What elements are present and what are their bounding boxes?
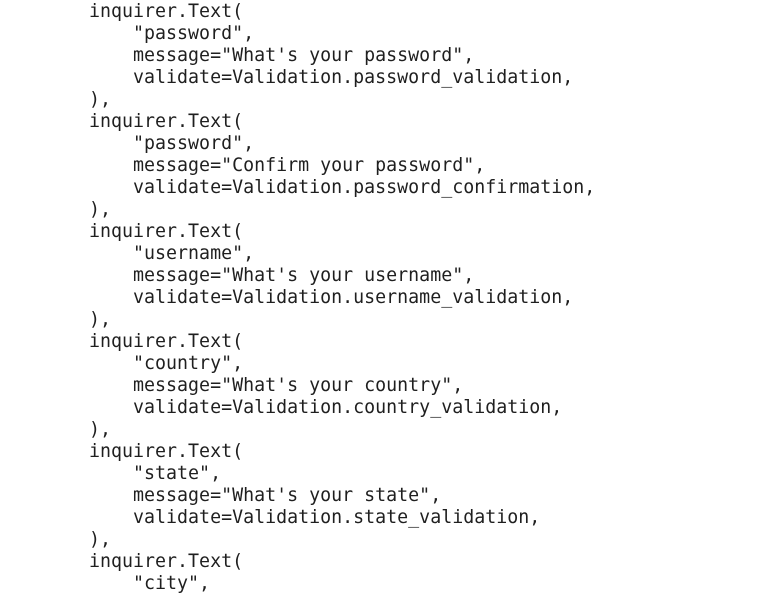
code-line: "country", [89, 353, 244, 374]
code-line: "password", [89, 133, 255, 154]
code-line: inquirer.Text( [89, 331, 244, 352]
code-line: inquirer.Text( [89, 111, 244, 132]
code-line: message="What's your country", [89, 375, 464, 396]
code-line: "city", [89, 573, 211, 594]
code-line: ), [89, 529, 112, 550]
code-line: message="What's your username", [89, 265, 475, 286]
code-view: inquirer.Text( "password", message="What… [0, 0, 782, 597]
code-line: validate=Validation.password_confirmatio… [89, 177, 596, 198]
code-line: validate=Validation.username_validation, [89, 287, 574, 308]
code-line: validate=Validation.state_validation, [89, 507, 541, 528]
code-line: "username", [89, 243, 255, 264]
code-line: inquirer.Text( [89, 441, 244, 462]
code-line: validate=Validation.country_validation, [89, 397, 563, 418]
code-line: ), [89, 419, 112, 440]
code-line: "state", [89, 463, 222, 484]
code-line: ), [89, 89, 112, 110]
code-line: ), [89, 309, 112, 330]
code-line: inquirer.Text( [89, 1, 244, 22]
code-line: message="Confirm your password", [89, 155, 486, 176]
code-line: "password", [89, 23, 255, 44]
code-block: inquirer.Text( "password", message="What… [89, 1, 595, 595]
code-line: ), [89, 199, 112, 220]
code-line: message="What's your password", [89, 45, 475, 66]
code-line: inquirer.Text( [89, 551, 244, 572]
code-line: message="What's your state", [89, 485, 442, 506]
code-line: validate=Validation.password_validation, [89, 67, 574, 88]
code-line: inquirer.Text( [89, 221, 244, 242]
